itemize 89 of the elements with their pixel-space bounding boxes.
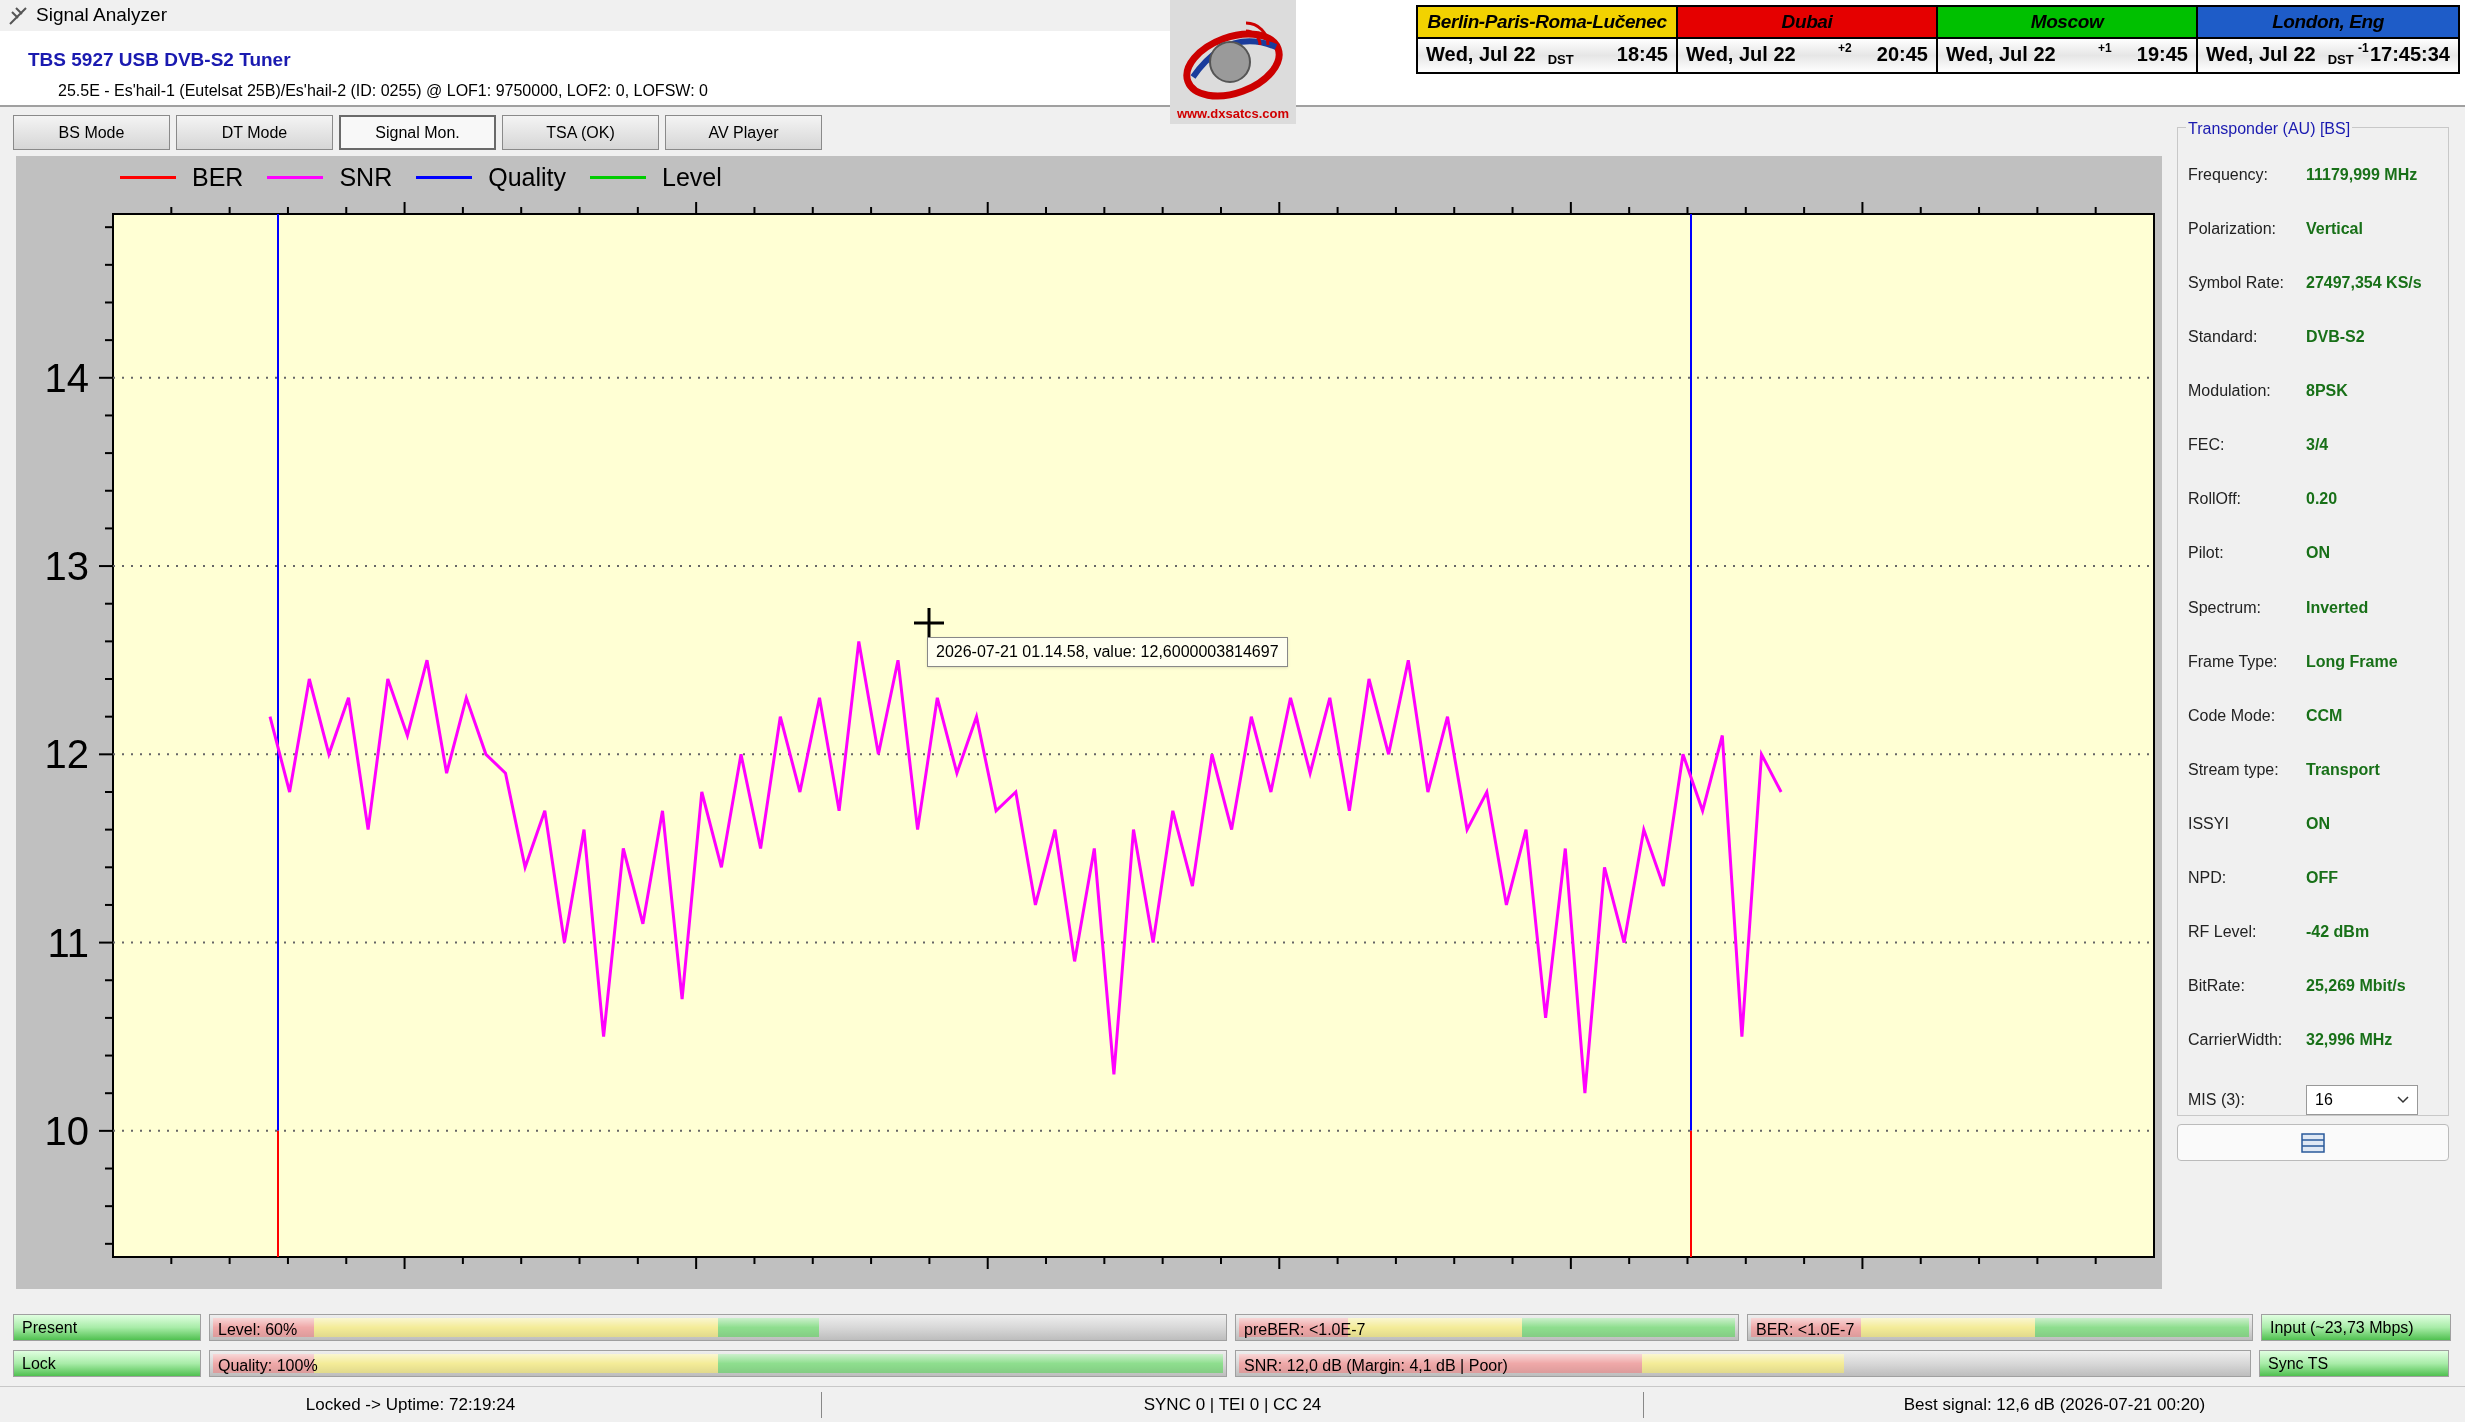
field-value: Transport	[2306, 759, 2380, 780]
clock-city: London, Eng	[2198, 7, 2458, 39]
field-label: Symbol Rate:	[2188, 273, 2286, 294]
field-value: CCM	[2306, 705, 2343, 726]
field-label: Frequency:	[2188, 165, 2270, 186]
legend-label: BER	[192, 161, 244, 193]
logo-text: www.dxsatcs.com	[1176, 107, 1290, 120]
meter-label: Quality: 100%	[218, 1356, 318, 1376]
field-value: 0.20	[2306, 489, 2338, 510]
utc-offset: +1	[2098, 40, 2112, 57]
status-indicator: Present	[13, 1314, 201, 1341]
field-label: Frame Type:	[2188, 651, 2279, 672]
status-text: SYNC 0 | TEI 0 | CC 24	[1143, 1393, 1322, 1416]
field-label: Modulation:	[2188, 381, 2272, 402]
clock-date: Wed, Jul 22	[1426, 42, 1536, 67]
field-value: ON	[2306, 543, 2330, 564]
dst-label: DST	[2327, 50, 2354, 69]
meter-label: SNR: 12,0 dB (Margin: 4,1 dB | Poor)	[1244, 1356, 1508, 1376]
mis-dropdown[interactable]: 16	[2306, 1085, 2418, 1116]
field-label: NPD:	[2188, 867, 2228, 888]
clock-date: Wed, Jul 22	[1946, 42, 2056, 67]
app-icon	[8, 5, 28, 26]
field-value: OFF	[2306, 867, 2338, 888]
field-value: Long Frame	[2306, 651, 2398, 672]
chevron-down-icon	[2397, 1096, 2409, 1105]
y-tick-label: 13	[44, 544, 89, 589]
field-value: Inverted	[2306, 597, 2369, 618]
utc-offset: -1	[2358, 40, 2369, 57]
legend-label: Level	[662, 161, 722, 193]
field-label: RF Level:	[2188, 921, 2258, 942]
field-label: CarrierWidth:	[2188, 1030, 2284, 1051]
clock-time: 19:45	[2136, 42, 2188, 67]
field-value: 8PSK	[2306, 381, 2348, 402]
mode-tab[interactable]: AV Player	[665, 115, 822, 150]
list-icon	[2301, 1132, 2325, 1153]
status-indicator: Input (~23,73 Mbps)	[2261, 1314, 2451, 1341]
clock-time: 18:45	[1616, 42, 1668, 67]
field-value: 11179,999 MHz	[2306, 165, 2418, 186]
legend-label: Quality	[488, 161, 566, 193]
status-indicator: Sync TS	[2259, 1350, 2449, 1377]
field-value: 27497,354 KS/s	[2306, 273, 2422, 294]
meter-label: preBER: <1.0E-7	[1244, 1320, 1366, 1340]
field-label: FEC:	[2188, 435, 2226, 456]
mode-tab[interactable]: BS Mode	[13, 115, 170, 150]
mode-tab[interactable]: DT Mode	[176, 115, 333, 150]
field-value: -42 dBm	[2306, 921, 2370, 942]
clock-time: 20:45	[1876, 42, 1928, 67]
status-text: Best signal: 12,6 dB (2026-07-21 00:20)	[1903, 1393, 2206, 1416]
field-value: Vertical	[2306, 219, 2363, 240]
meter-label: Level: 60%	[218, 1320, 298, 1340]
y-tick-label: 14	[44, 355, 89, 400]
mode-tab[interactable]: Signal Mon.	[339, 115, 496, 150]
clock-city: Dubai	[1678, 7, 1936, 39]
field-label: Standard:	[2188, 327, 2259, 348]
field-value: ON	[2306, 813, 2330, 834]
utc-offset: +2	[1838, 40, 1852, 57]
field-value: 3/4	[2306, 435, 2329, 456]
dst-label: DST	[1547, 50, 1574, 69]
clock-city: Berlin-Paris-Roma-Lučenec	[1418, 7, 1676, 39]
field-value: 32,996 MHz	[2306, 1030, 2393, 1051]
y-tick-label: 12	[44, 732, 89, 777]
y-tick-label: 11	[47, 920, 89, 965]
field-label: BitRate:	[2188, 975, 2246, 996]
field-label: MIS (3):	[2188, 1090, 2246, 1111]
field-value: 25,269 Mbit/s	[2306, 975, 2406, 996]
meter-label: BER: <1.0E-7	[1756, 1320, 1855, 1340]
field-label: Spectrum:	[2188, 597, 2262, 618]
clock-date: Wed, Jul 22	[1686, 42, 1796, 67]
y-tick-label: 10	[44, 1108, 89, 1153]
field-value: DVB-S2	[2306, 327, 2365, 348]
status-text: Locked -> Uptime: 72:19:24	[305, 1393, 516, 1416]
status-indicator: Lock	[13, 1350, 201, 1377]
clock-time: 17:45:34	[2369, 42, 2450, 67]
mode-tab[interactable]: TSA (OK)	[502, 115, 659, 150]
device-name: TBS 5927 USB DVB-S2 Tuner	[28, 48, 292, 72]
field-label: Polarization:	[2188, 219, 2278, 240]
field-label: Stream type:	[2188, 759, 2280, 780]
clock-date: Wed, Jul 22	[2206, 42, 2316, 67]
list-button[interactable]	[2177, 1124, 2449, 1161]
transponder-details: 25.5E - Es'hail-1 (Eutelsat 25B)/Es'hail-2 (ID: 0255) @ LOF1: 9750000, LOF2: 0, LOFSW: 0	[58, 80, 709, 101]
field-label: RollOff:	[2188, 489, 2243, 510]
field-label: Pilot:	[2188, 543, 2225, 564]
field-label: Code Mode:	[2188, 705, 2277, 726]
crosshair-cursor	[914, 608, 944, 638]
clock-city: Moscow	[1938, 7, 2196, 39]
field-label: ISSYI	[2188, 813, 2230, 834]
window-title: Signal Analyzer	[36, 3, 167, 28]
tooltip: 2026-07-21 01.14.58, value: 12,6000003814697	[927, 637, 1288, 667]
legend-label: SNR	[339, 161, 393, 193]
